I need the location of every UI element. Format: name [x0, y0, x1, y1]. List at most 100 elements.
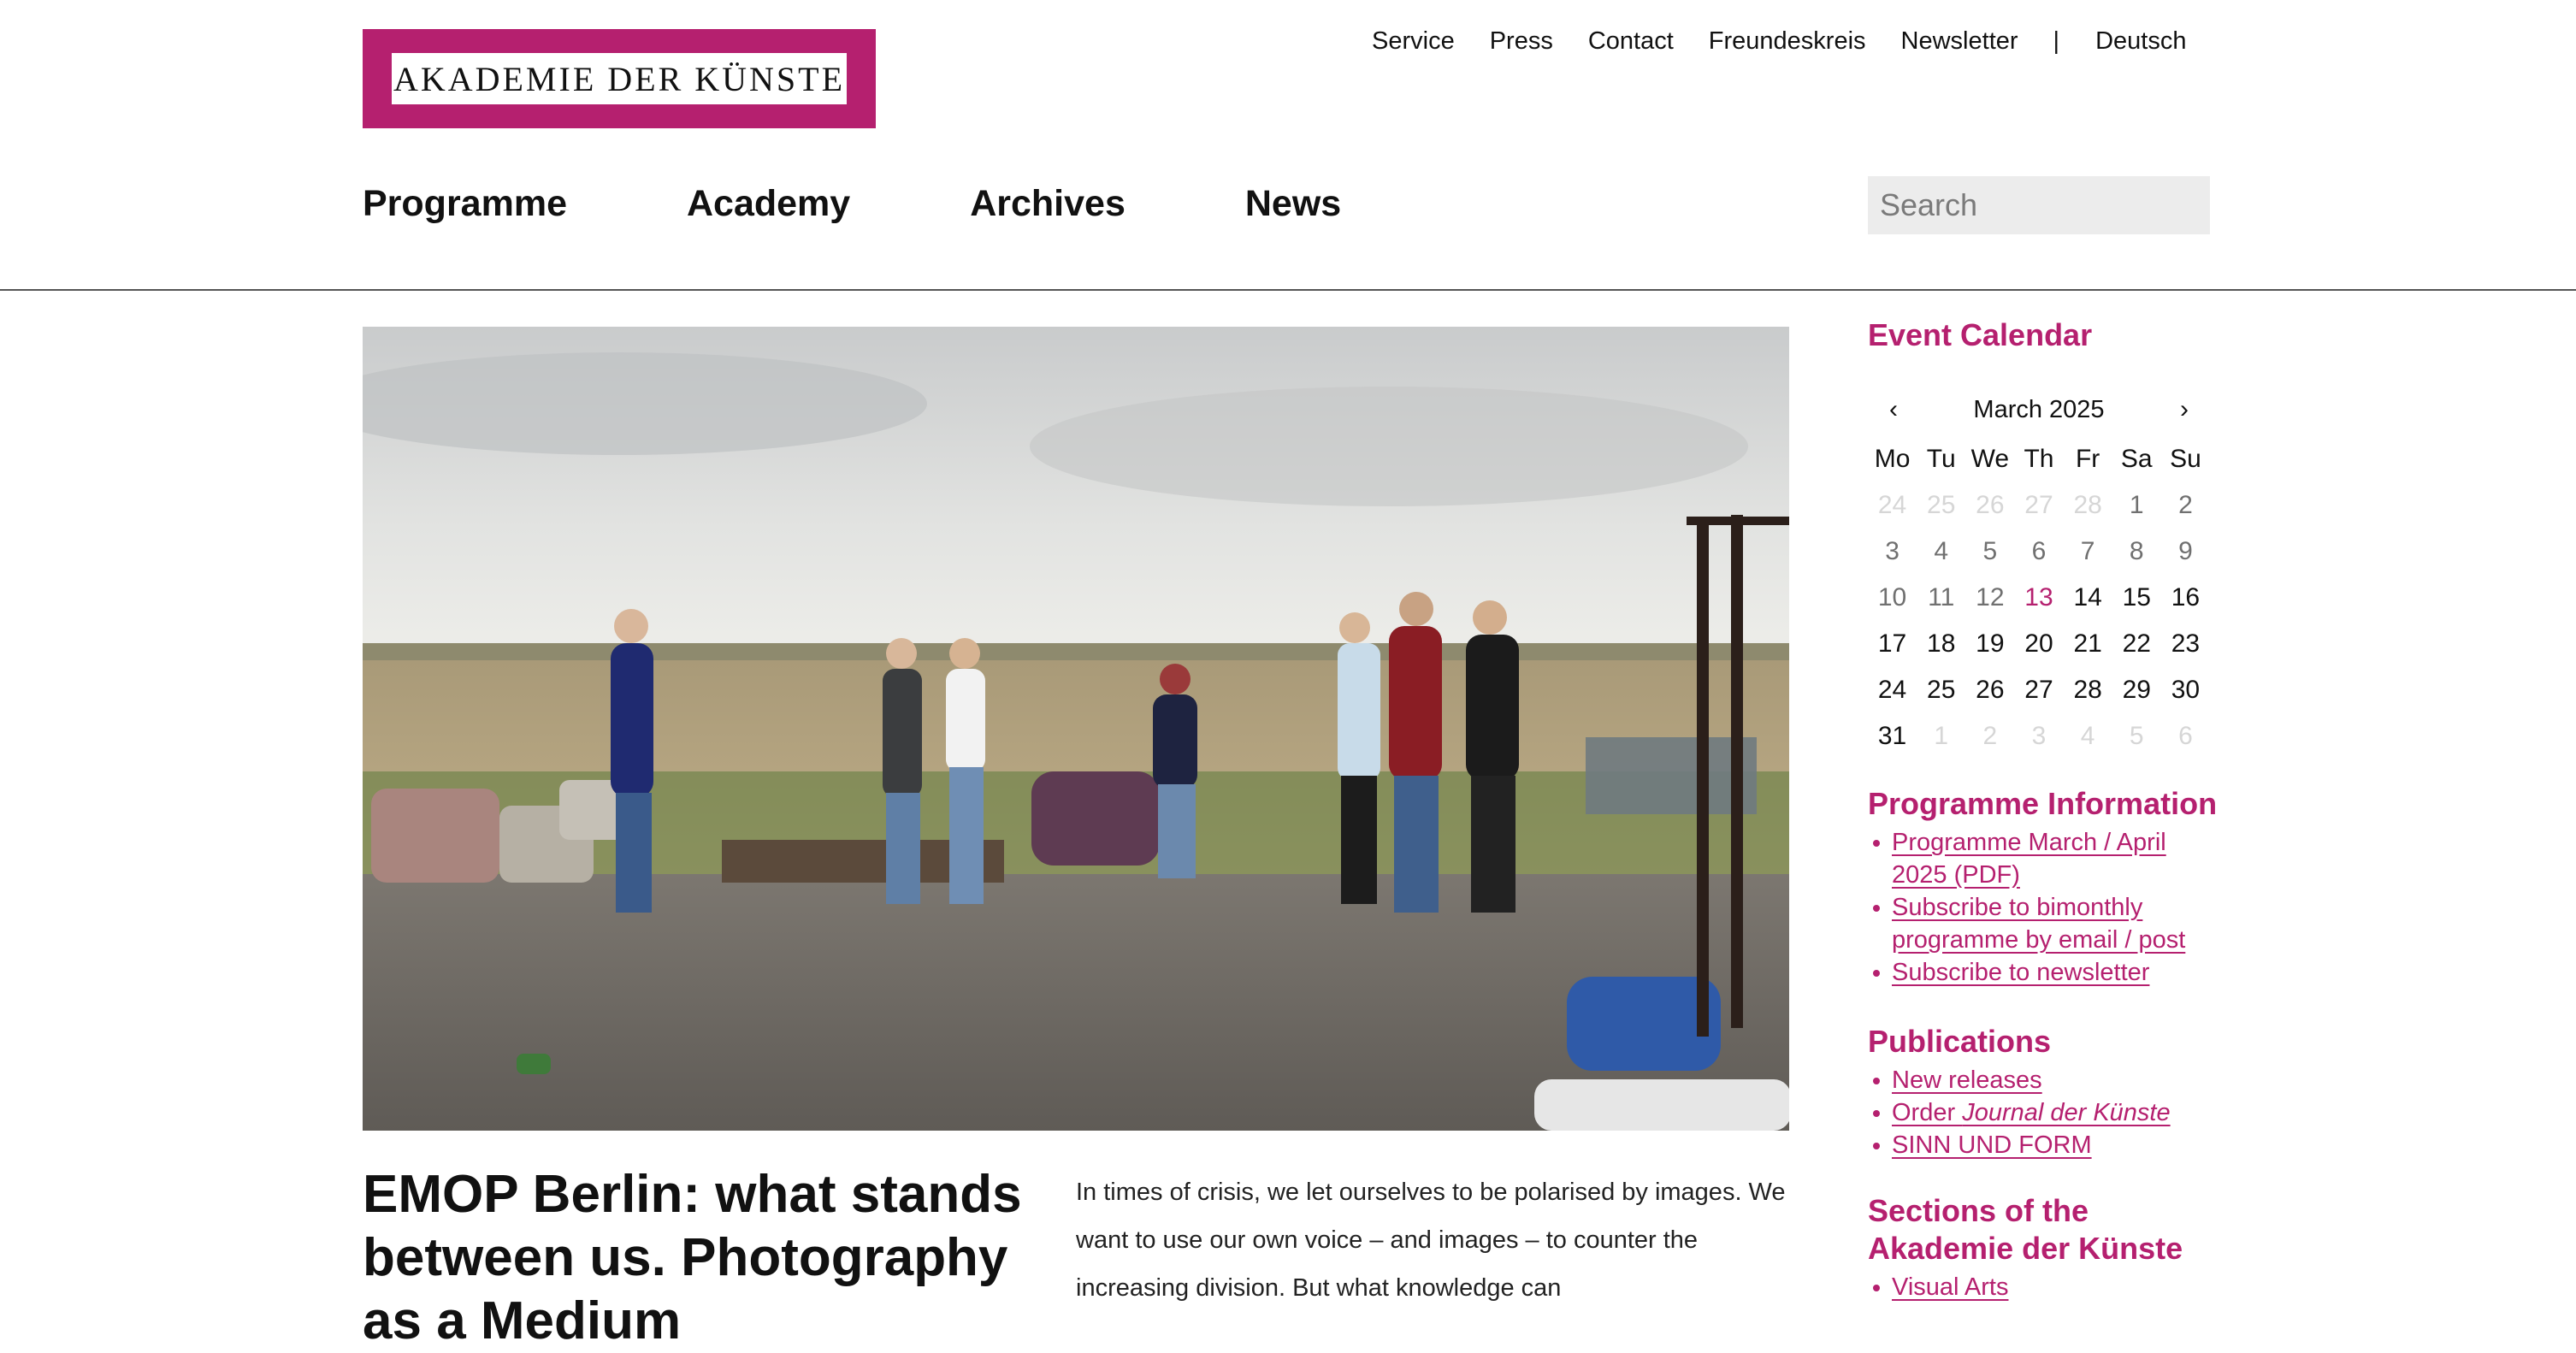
calendar-day[interactable]: 18 [1917, 629, 1965, 659]
calendar-day[interactable]: 4 [2064, 722, 2112, 751]
press-link[interactable]: Press [1490, 27, 1553, 56]
weekday-header: Th [2024, 445, 2054, 473]
calendar-day[interactable]: 2 [2161, 491, 2210, 520]
chevron-right-icon[interactable]: › [2159, 395, 2210, 424]
calendar-day[interactable]: 22 [2112, 629, 2161, 659]
publications-section: Publications New releases Order Journal … [1868, 1023, 2227, 1161]
order-prefix: Order [1892, 1099, 1963, 1126]
calendar-day[interactable]: 25 [1917, 491, 1965, 520]
calendar-day[interactable]: 5 [2112, 722, 2161, 751]
programme-info-title: Programme Information [1868, 786, 2218, 821]
journal-title: Journal der Künste [1962, 1099, 2171, 1126]
subscribe-newsletter-link[interactable]: Subscribe to newsletter [1892, 959, 2149, 986]
calendar-day[interactable]: 17 [1868, 629, 1917, 659]
calendar-day[interactable]: 27 [2014, 676, 2063, 705]
article-headline: EMOP Berlin: what stands between us. Pho… [363, 1165, 1022, 1350]
calendar-day[interactable]: 12 [1965, 583, 2014, 612]
calendar-day[interactable]: 30 [2161, 676, 2210, 705]
calendar-day[interactable]: 26 [1965, 491, 2014, 520]
article-intro: In times of crisis, we let ourselves to … [1076, 1179, 1786, 1302]
visual-arts-link[interactable]: Visual Arts [1892, 1273, 2008, 1301]
calendar-day[interactable]: 1 [2112, 491, 2161, 520]
calendar-day[interactable]: 15 [2112, 583, 2161, 612]
calendar-month: March 2025 [1973, 395, 2105, 423]
sinn-und-form-link[interactable]: SINN UND FORM [1892, 1131, 2092, 1159]
calendar-day[interactable]: 26 [1965, 676, 2014, 705]
programme-pdf-link[interactable]: Programme March / April 2025 (PDF) [1892, 829, 2166, 889]
calendar-day[interactable]: 28 [2064, 491, 2112, 520]
calendar-day[interactable]: 11 [1917, 583, 1965, 612]
calendar-day[interactable]: 24 [1868, 676, 1917, 705]
service-nav: Service Press Contact Freundeskreis News… [1372, 27, 2221, 56]
calendar-day[interactable]: 6 [2014, 537, 2063, 566]
photo-scene [363, 327, 1789, 1131]
calendar-day[interactable]: 7 [2064, 537, 2112, 566]
contact-link[interactable]: Contact [1588, 27, 1674, 56]
chevron-left-icon[interactable]: ‹ [1868, 395, 1919, 424]
freundeskreis-link[interactable]: Freundeskreis [1709, 27, 1866, 56]
order-journal-link[interactable]: Order Journal der Künste [1892, 1099, 2171, 1126]
calendar-day[interactable]: 31 [1868, 722, 1917, 751]
newsletter-link[interactable]: Newsletter [1901, 27, 2018, 56]
calendar-day[interactable]: 27 [2014, 491, 2063, 520]
nav-programme[interactable]: Programme [363, 183, 567, 225]
service-link[interactable]: Service [1372, 27, 1455, 56]
programme-info-list: Programme March / April 2025 (PDF) Subsc… [1868, 826, 2227, 989]
new-releases-link[interactable]: New releases [1892, 1066, 2042, 1094]
publications-title: Publications [1868, 1024, 2052, 1059]
calendar-day[interactable]: 5 [1965, 537, 2014, 566]
publications-list: New releases Order Journal der Künste SI… [1868, 1064, 2227, 1161]
calendar-day[interactable]: 4 [1917, 537, 1965, 566]
calendar-day[interactable]: 29 [2112, 676, 2161, 705]
hero-photo[interactable] [363, 327, 1789, 1131]
weekday-header: Su [2170, 445, 2201, 473]
calendar-day[interactable]: 6 [2161, 722, 2210, 751]
subscribe-programme-link[interactable]: Subscribe to bimonthly programme by emai… [1892, 894, 2185, 954]
logo-text: AKADEMIE DER KÜNSTE [392, 53, 847, 104]
weekday-header: Sa [2120, 445, 2153, 473]
calendar-day[interactable]: 24 [1868, 491, 1917, 520]
header-divider [0, 289, 2576, 291]
list-item: Subscribe to newsletter [1873, 956, 2227, 989]
calendar-day[interactable]: 28 [2064, 676, 2112, 705]
calendar-day[interactable]: 8 [2112, 537, 2161, 566]
list-item: Order Journal der Künste [1873, 1096, 2227, 1129]
calendar-day[interactable]: 10 [1868, 583, 1917, 612]
calendar-day[interactable]: 3 [1868, 537, 1917, 566]
weekday-header: We [1970, 445, 2010, 473]
site-logo[interactable]: AKADEMIE DER KÜNSTE [363, 29, 876, 128]
list-item: Programme March / April 2025 (PDF) [1873, 826, 2227, 891]
sections-list: Visual Arts [1868, 1271, 2227, 1303]
calendar-day[interactable]: 2 [1965, 722, 2014, 751]
list-item: New releases [1873, 1064, 2227, 1096]
list-item: Subscribe to bimonthly programme by emai… [1873, 891, 2227, 956]
list-item: SINN UND FORM [1873, 1129, 2227, 1161]
main-nav: Programme Academy Archives News [363, 183, 1461, 225]
sections-section: Sections of the Akademie der Künste Visu… [1868, 1192, 2227, 1303]
language-switch[interactable]: Deutsch [2095, 27, 2186, 56]
search-input[interactable] [1868, 176, 2210, 234]
sidebar: Event Calendar ‹ March 2025 › Mo Tu We Th Fr… [1868, 316, 2227, 1301]
weekday-header: Mo [1874, 445, 1911, 473]
nav-academy[interactable]: Academy [687, 183, 850, 225]
calendar-day[interactable]: 23 [2161, 629, 2210, 659]
calendar-day[interactable]: 3 [2014, 722, 2063, 751]
calendar-day[interactable]: 19 [1965, 629, 2014, 659]
calendar-day[interactable]: 16 [2161, 583, 2210, 612]
programme-info-section: Programme Information Programme March / … [1868, 785, 2227, 989]
calendar-day[interactable]: 21 [2064, 629, 2112, 659]
calendar-day[interactable]: 14 [2064, 583, 2112, 612]
calendar-day[interactable]: 1 [1917, 722, 1965, 751]
nav-archives[interactable]: Archives [970, 183, 1126, 225]
calendar-day[interactable]: 25 [1917, 676, 1965, 705]
weekday-header: Tu [1926, 445, 1956, 473]
nav-news[interactable]: News [1245, 183, 1341, 225]
event-calendar-title: Event Calendar [1868, 317, 2093, 352]
nav-separator: | [2053, 27, 2060, 55]
list-item: Visual Arts [1873, 1271, 2227, 1303]
calendar-header: ‹ March 2025 › [1868, 390, 2210, 429]
calendar-day-today[interactable]: 13 [2014, 583, 2063, 612]
calendar-grid: Mo Tu We Th Fr Sa Su 24 25 26 27 28 1 2 3 4 5 6 7 8 9 10 11 12 1… [1868, 436, 2210, 759]
calendar-day[interactable]: 20 [2014, 629, 2063, 659]
calendar-day[interactable]: 9 [2161, 537, 2210, 566]
